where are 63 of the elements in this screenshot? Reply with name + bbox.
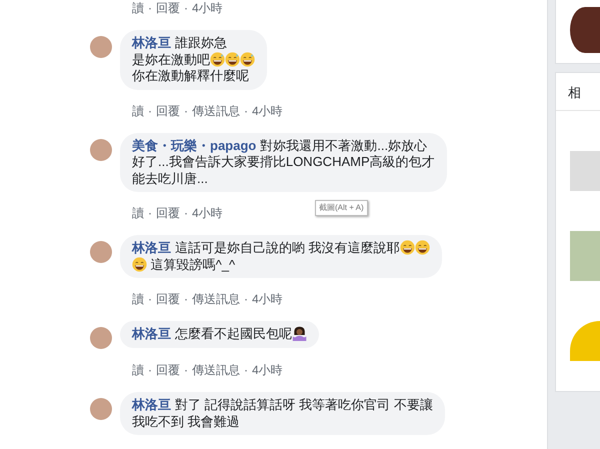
author-link[interactable]: 林洛亘: [132, 240, 171, 255]
avatar[interactable]: [90, 327, 112, 349]
separator-dot: ·: [148, 102, 152, 120]
action-link[interactable]: 回覆: [156, 290, 180, 308]
laughing-face-icon: [240, 52, 255, 66]
photo-placeholder: [570, 321, 600, 361]
comment-text: 我吃不到 我會難過: [132, 414, 240, 428]
action-link[interactable]: 傳送訊息: [192, 290, 240, 308]
action-link[interactable]: 讀: [132, 361, 144, 379]
comment-text: 你在激動解釋什麼呢: [132, 68, 249, 83]
comment-text: 是妳在激動吧: [132, 52, 210, 66]
separator-dot: ·: [184, 205, 188, 222]
grinning-face-icon: [400, 240, 415, 255]
timestamp-link[interactable]: 4小時: [192, 204, 223, 222]
separator-dot: ·: [184, 102, 188, 120]
separator-dot: ·: [244, 362, 248, 379]
comment-text: 好了...我會告訴大家要揹比LONGCHAMP高級的包才: [132, 154, 435, 169]
comment-text: 能去吃川唐...: [132, 170, 208, 186]
shrugging-person-icon: [292, 326, 307, 341]
action-link[interactable]: 回覆: [156, 0, 180, 17]
card-title: 相: [556, 73, 600, 111]
action-link[interactable]: 讀: [132, 0, 144, 17]
action-link[interactable]: 讀: [132, 290, 144, 308]
action-link[interactable]: 讀: [132, 102, 144, 120]
separator-dot: ·: [148, 362, 152, 379]
grinning-face-icon: [132, 256, 147, 272]
timestamp-link[interactable]: 4小時: [252, 361, 283, 379]
photo-placeholder: [570, 231, 600, 281]
timestamp-link[interactable]: 4小時: [252, 102, 283, 120]
action-link[interactable]: 傳送訊息: [192, 102, 240, 120]
comment-text: 這話可是妳自己說的喲 我沒有這麼說耶: [175, 240, 400, 255]
author-link[interactable]: 林洛亘: [132, 326, 171, 341]
timestamp-link[interactable]: 4小時: [252, 290, 283, 308]
timestamp-link[interactable]: 4小時: [192, 0, 223, 17]
action-link[interactable]: 讀: [132, 204, 144, 222]
action-link[interactable]: 傳送訊息: [192, 361, 240, 379]
separator-dot: ·: [244, 291, 248, 308]
action-link[interactable]: 回覆: [156, 102, 180, 120]
comment-text: 對了 記得說話算話呀 我等著吃你官司 不要讓: [175, 397, 433, 412]
separator-dot: ·: [244, 102, 248, 120]
action-link[interactable]: 回覆: [156, 204, 180, 222]
separator-dot: ·: [184, 0, 188, 17]
author-link[interactable]: 林洛亘: [132, 397, 171, 412]
separator-dot: ·: [184, 291, 188, 308]
avatar[interactable]: [90, 241, 112, 263]
avatar[interactable]: [90, 138, 112, 160]
laughing-face-icon: [210, 52, 225, 66]
separator-dot: ·: [148, 0, 152, 17]
separator-dot: ·: [148, 205, 152, 222]
author-link[interactable]: 林洛亘: [132, 35, 171, 50]
comment-text: 怎麼看不起國民包呢: [175, 326, 292, 341]
comment-text: 對妳我還用不著激動...妳放心: [260, 138, 428, 152]
grinning-face-icon: [414, 240, 430, 255]
separator-dot: ·: [148, 291, 152, 308]
action-link[interactable]: 回覆: [156, 361, 180, 379]
laughing-face-icon: [225, 52, 240, 66]
avatar[interactable]: [90, 36, 112, 58]
comment-text: 誰跟妳急: [175, 35, 227, 50]
tooltip: 截圖(Alt + A): [315, 200, 368, 216]
avatar[interactable]: [90, 398, 112, 420]
separator-dot: ·: [184, 362, 188, 379]
comment-text: 這算毀謗嗎^_^: [150, 256, 236, 272]
author-link[interactable]: 美食・玩樂・papago: [132, 138, 256, 152]
